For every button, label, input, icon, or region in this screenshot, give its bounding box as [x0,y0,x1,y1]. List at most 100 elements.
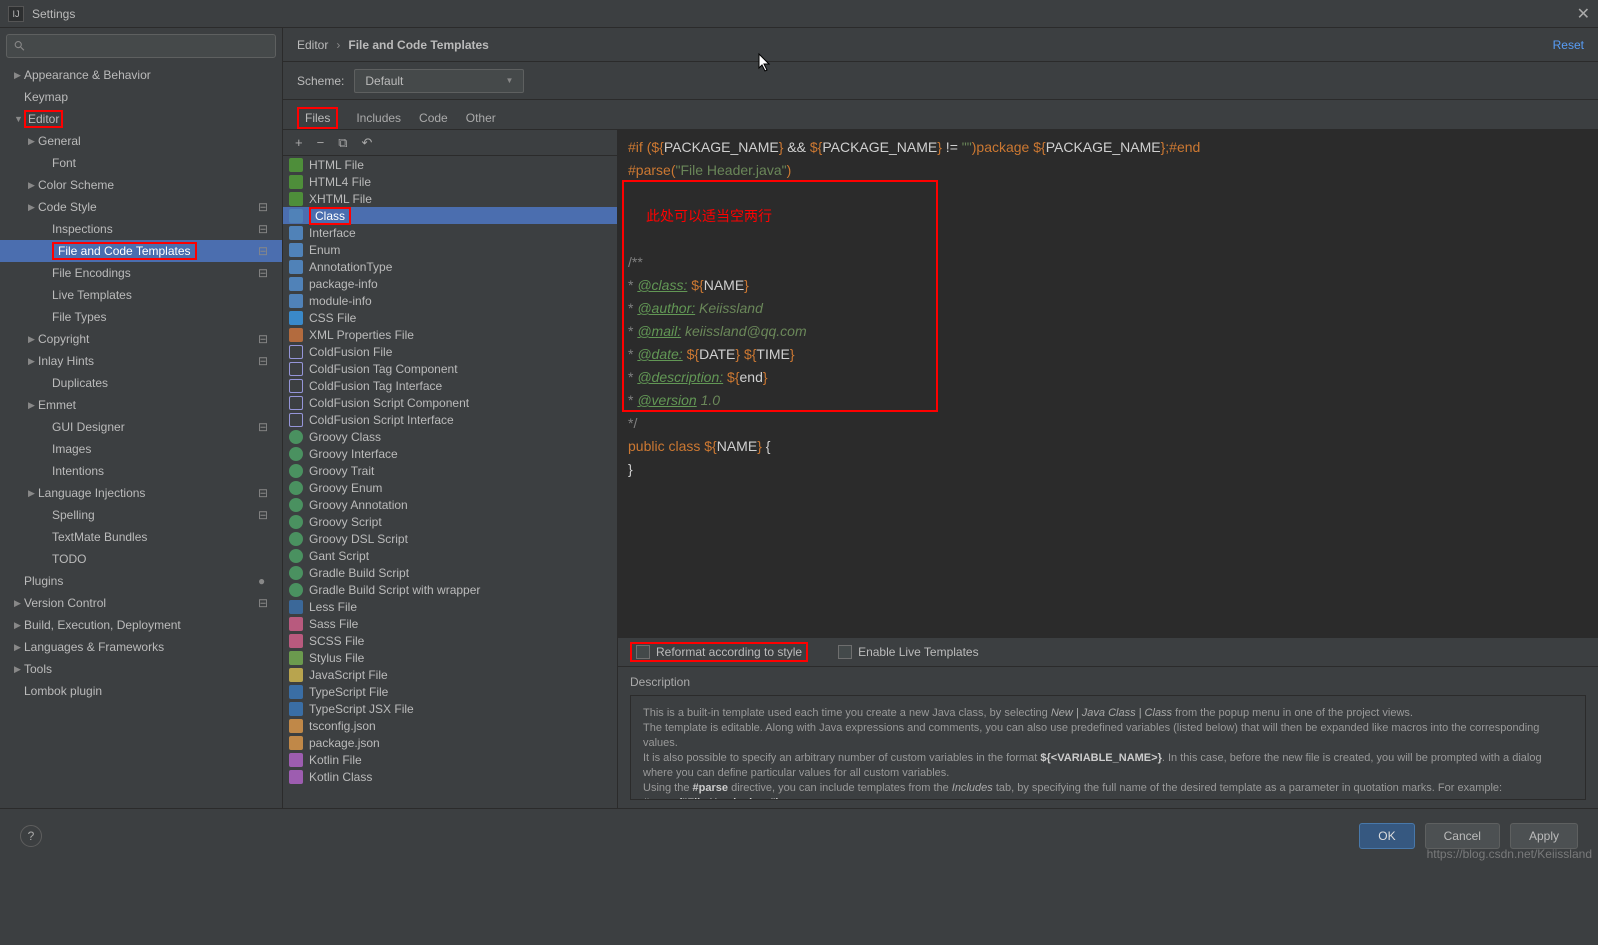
tree-item[interactable]: File Types [0,306,282,328]
project-badge-icon: ⊟ [258,508,272,522]
tree-item[interactable]: ▶Tools [0,658,282,680]
search-box[interactable] [6,34,276,58]
tree-item[interactable]: Font [0,152,282,174]
file-item[interactable]: SCSS File [283,632,617,649]
tree-arrow-icon: ▶ [14,70,24,81]
cancel-button[interactable]: Cancel [1425,823,1500,849]
scheme-select[interactable]: Default ▼ [354,69,524,93]
help-button[interactable]: ? [20,825,42,847]
file-item[interactable]: AnnotationType [283,258,617,275]
tree-item[interactable]: ▶Version Control⊟ [0,592,282,614]
file-label: ColdFusion Script Interface [309,413,454,427]
file-item[interactable]: Groovy Annotation [283,496,617,513]
remove-icon[interactable]: − [317,135,325,150]
tree-item[interactable]: Spelling⊟ [0,504,282,526]
file-item[interactable]: package-info [283,275,617,292]
file-type-icon [289,685,303,699]
scheme-row: Scheme: Default ▼ [283,62,1598,100]
file-item[interactable]: Kotlin File [283,751,617,768]
tab-other[interactable]: Other [466,107,496,129]
apply-button[interactable]: Apply [1510,823,1578,849]
tree-item[interactable]: ▶Language Injections⊟ [0,482,282,504]
tree-item[interactable]: ▶Copyright⊟ [0,328,282,350]
file-type-icon [289,481,303,495]
copy-icon[interactable]: ⧉ [338,135,347,151]
file-item[interactable]: module-info [283,292,617,309]
file-item[interactable]: JavaScript File [283,666,617,683]
tree-item[interactable]: TextMate Bundles [0,526,282,548]
tree-item[interactable]: GUI Designer⊟ [0,416,282,438]
file-item[interactable]: Groovy DSL Script [283,530,617,547]
file-type-icon [289,634,303,648]
file-item[interactable]: Gradle Build Script [283,564,617,581]
tab-code[interactable]: Code [419,107,448,129]
tree-arrow-icon: ▶ [14,620,24,631]
file-label: Class [309,207,351,225]
live-templates-checkbox[interactable]: Enable Live Templates [838,645,979,659]
file-item[interactable]: Groovy Trait [283,462,617,479]
tree-item[interactable]: ▶Build, Execution, Deployment [0,614,282,636]
file-item[interactable]: Stylus File [283,649,617,666]
file-item[interactable]: TypeScript JSX File [283,700,617,717]
file-item[interactable]: Gradle Build Script with wrapper [283,581,617,598]
file-item[interactable]: Groovy Enum [283,479,617,496]
file-item[interactable]: CSS File [283,309,617,326]
scheme-value: Default [365,74,403,88]
tree-item[interactable]: Duplicates [0,372,282,394]
tree-item[interactable]: Keymap [0,86,282,108]
add-icon[interactable]: + [295,135,303,150]
file-item[interactable]: ColdFusion Script Interface [283,411,617,428]
tab-includes[interactable]: Includes [356,107,401,129]
file-item[interactable]: Groovy Script [283,513,617,530]
tree-item[interactable]: ▶Appearance & Behavior [0,64,282,86]
tree-item[interactable]: Live Templates [0,284,282,306]
tree-label: Editor [28,112,59,126]
reformat-checkbox[interactable]: Reformat according to style [630,642,808,662]
file-item[interactable]: ColdFusion Tag Interface [283,377,617,394]
file-item[interactable]: Sass File [283,615,617,632]
file-item[interactable]: XHTML File [283,190,617,207]
tree-item[interactable]: ▶Code Style⊟ [0,196,282,218]
template-code-editor[interactable]: #if (${PACKAGE_NAME} && ${PACKAGE_NAME} … [618,130,1598,637]
tree-item[interactable]: ▶General [0,130,282,152]
revert-icon[interactable]: ↶ [361,135,372,151]
tree-item[interactable]: Inspections⊟ [0,218,282,240]
file-item[interactable]: tsconfig.json [283,717,617,734]
tree-item[interactable]: Lombok plugin [0,680,282,702]
file-item[interactable]: Interface [283,224,617,241]
breadcrumb-root[interactable]: Editor [297,38,328,52]
tree-item[interactable]: ▶Color Scheme [0,174,282,196]
tree-item[interactable]: ▶Inlay Hints⊟ [0,350,282,372]
tree-item[interactable]: File Encodings⊟ [0,262,282,284]
file-item[interactable]: Kotlin Class [283,768,617,785]
titlebar: IJ Settings ✕ [0,0,1598,28]
file-item[interactable]: TypeScript File [283,683,617,700]
reset-link[interactable]: Reset [1553,38,1584,52]
tree-item[interactable]: Plugins● [0,570,282,592]
file-item[interactable]: HTML4 File [283,173,617,190]
file-item[interactable]: Class [283,207,617,224]
tree-item[interactable]: File and Code Templates⊟ [0,240,282,262]
file-item[interactable]: Enum [283,241,617,258]
tab-files[interactable]: Files [297,107,338,129]
file-item[interactable]: ColdFusion Tag Component [283,360,617,377]
search-input[interactable] [26,39,269,53]
tree-item[interactable]: ▶Languages & Frameworks [0,636,282,658]
project-badge-icon: ⊟ [258,596,272,610]
file-item[interactable]: Less File [283,598,617,615]
file-item[interactable]: Groovy Interface [283,445,617,462]
tree-item[interactable]: Images [0,438,282,460]
file-item[interactable]: package.json [283,734,617,751]
tree-item[interactable]: Intentions [0,460,282,482]
file-item[interactable]: XML Properties File [283,326,617,343]
file-item[interactable]: ColdFusion File [283,343,617,360]
file-item[interactable]: HTML File [283,156,617,173]
tree-item[interactable]: ▼Editor [0,108,282,130]
tree-item[interactable]: ▶Emmet [0,394,282,416]
close-icon[interactable]: ✕ [1577,4,1590,24]
tree-item[interactable]: TODO [0,548,282,570]
ok-button[interactable]: OK [1359,823,1414,849]
file-item[interactable]: Gant Script [283,547,617,564]
file-item[interactable]: ColdFusion Script Component [283,394,617,411]
file-item[interactable]: Groovy Class [283,428,617,445]
